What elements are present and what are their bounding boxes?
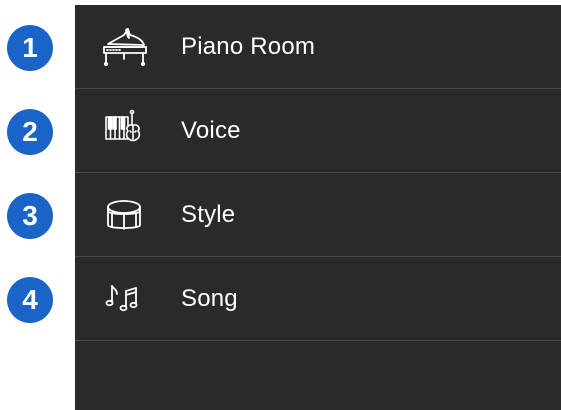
menu-item-song[interactable]: Song: [75, 257, 561, 341]
menu-item-style[interactable]: Style: [75, 173, 561, 257]
menu-item-label: Song: [181, 285, 238, 312]
callout-badge-1: 1: [5, 23, 55, 73]
menu-divider: [75, 340, 561, 341]
callout-number: 2: [22, 116, 38, 147]
menu-item-label: Style: [181, 201, 236, 228]
drum-icon: [94, 185, 152, 243]
callout-badge-3: 3: [5, 191, 55, 241]
callout-badge-2: 2: [5, 107, 55, 157]
keyboard-violin-icon: [94, 101, 152, 159]
music-notes-icon: [94, 269, 152, 327]
callout-number: 1: [22, 32, 38, 63]
main-menu-panel: Piano Room Voice Style Song: [75, 5, 561, 410]
menu-item-voice[interactable]: Voice: [75, 89, 561, 173]
menu-item-piano-room[interactable]: Piano Room: [75, 5, 561, 89]
grand-piano-icon: [94, 17, 152, 75]
menu-item-label: Voice: [181, 117, 241, 144]
callout-number: 3: [22, 200, 38, 231]
menu-item-label: Piano Room: [181, 33, 316, 60]
callout-badge-4: 4: [5, 275, 55, 325]
callout-column: 1 2 3 4: [0, 0, 75, 410]
callout-number: 4: [22, 284, 38, 315]
